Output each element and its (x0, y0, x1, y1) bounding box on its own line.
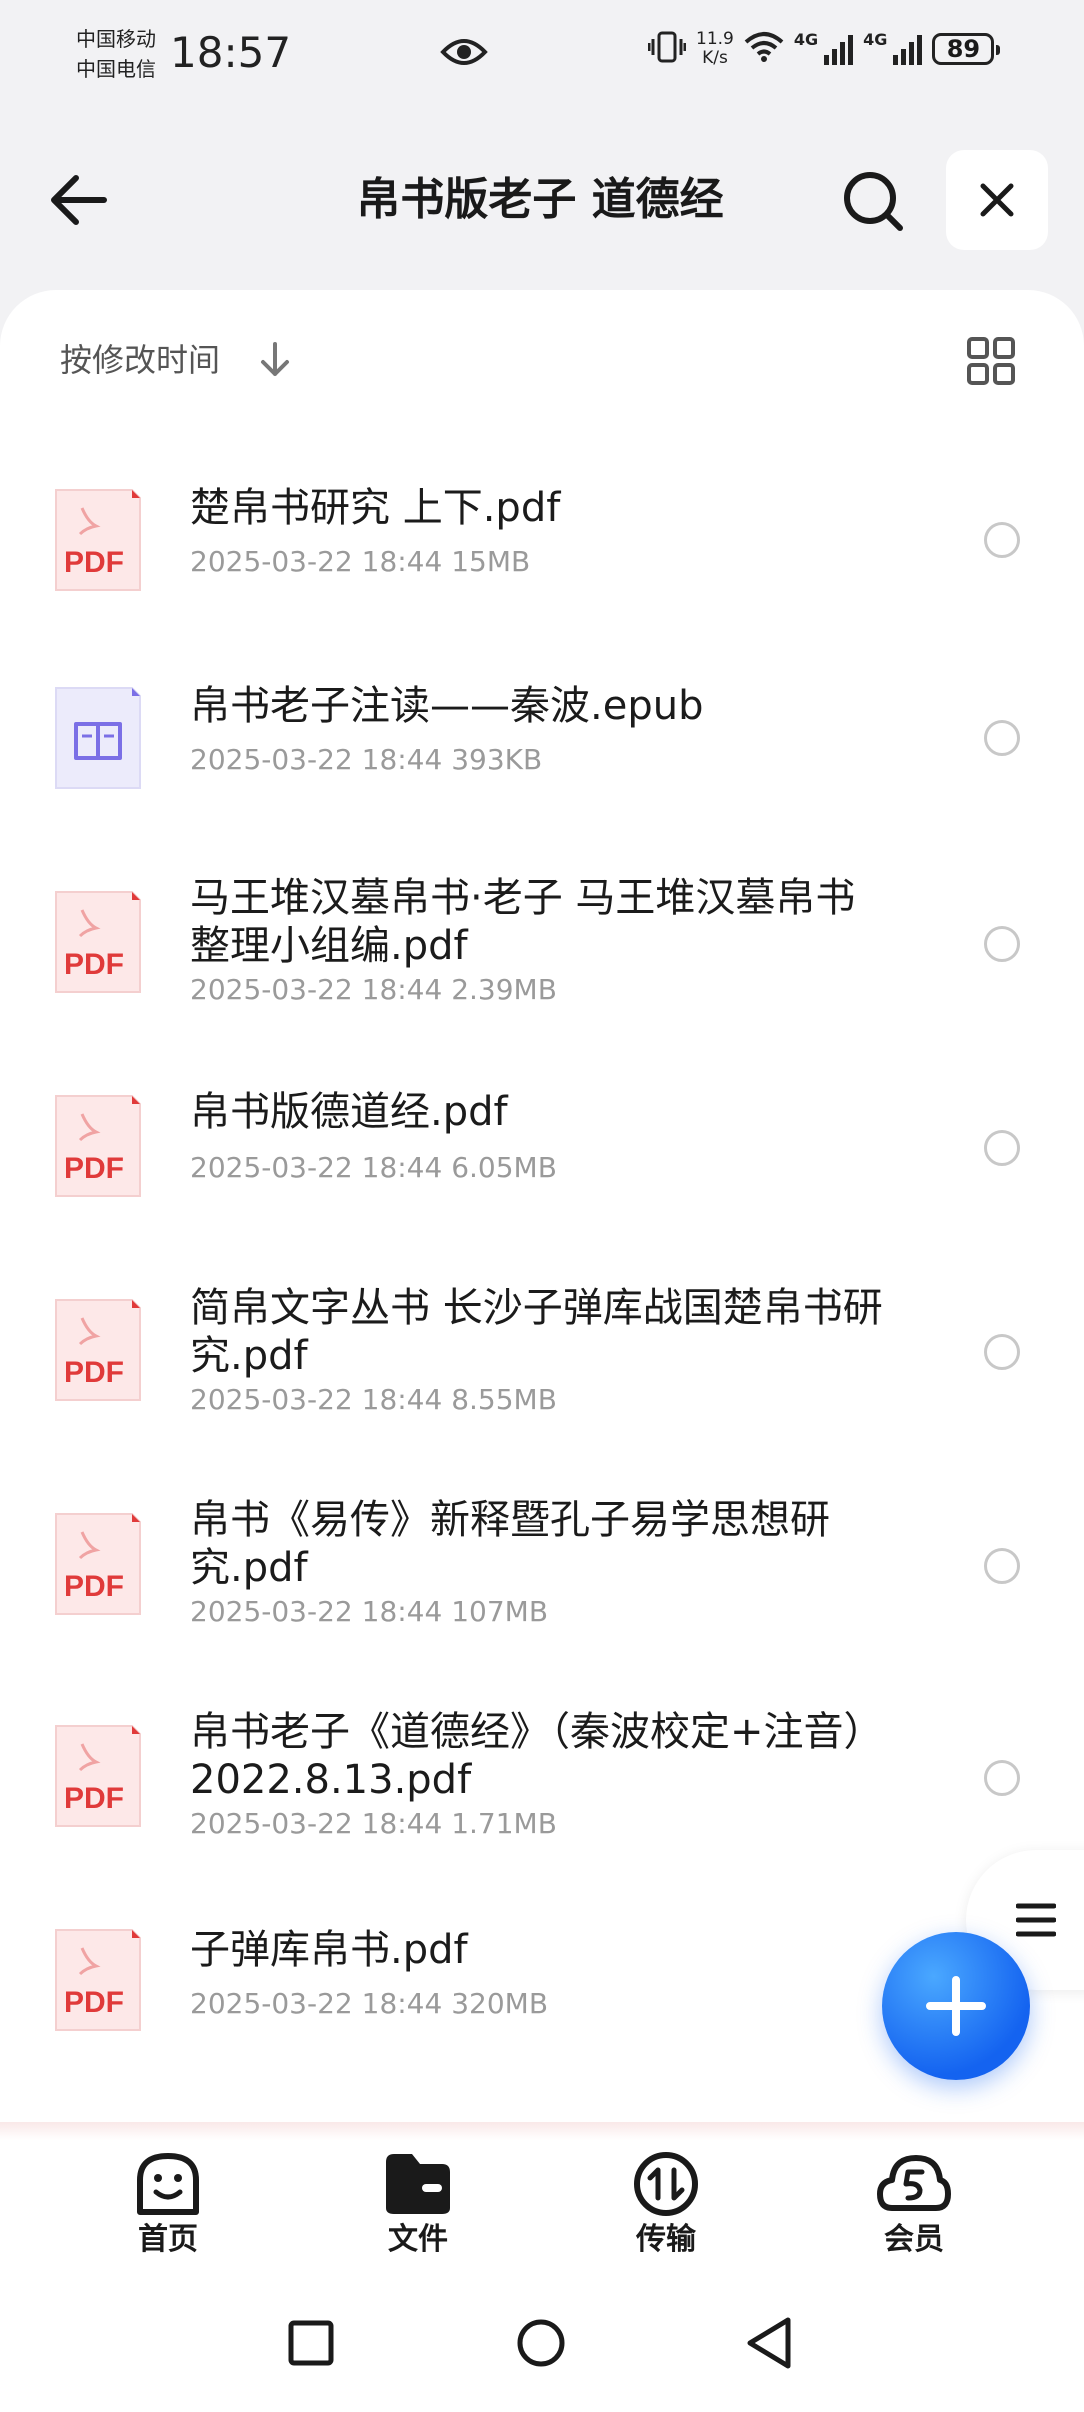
svg-text:PDF: PDF (64, 1356, 124, 1389)
recent-apps-icon[interactable] (288, 2320, 334, 2366)
select-radio[interactable] (984, 1334, 1020, 1370)
list-overflow-edge (0, 2122, 1084, 2140)
file-name: 帛书《易传》新释暨孔子易学思想研究.pdf (190, 1497, 830, 1591)
net-speed-unit: K/s (702, 48, 728, 68)
net-speed-value: 11.9 (696, 29, 734, 49)
clock: 18:57 (170, 28, 292, 77)
add-button[interactable] (882, 1932, 1030, 2080)
nav-home[interactable]: 首页 (98, 2150, 238, 2258)
signal-bars-icon (893, 33, 923, 65)
nav-label: 传输 (636, 2222, 696, 2257)
signal-bars-icon (824, 33, 854, 65)
back-triangle-icon[interactable] (744, 2316, 794, 2370)
svg-text:PDF: PDF (64, 1152, 124, 1185)
home-circle-icon[interactable] (516, 2318, 566, 2368)
eye-icon (440, 34, 488, 74)
carrier-1: 中国移动 (76, 27, 156, 51)
file-meta: 2025-03-22 18:44 8.55MB (190, 1383, 557, 1416)
select-radio[interactable] (984, 1130, 1020, 1166)
status-bar: 中国移动 中国电信 18:57 11.9 K/s 4G 4G 89 (0, 0, 1084, 115)
nav-label: 会员 (884, 2222, 944, 2257)
file-name: 帛书版德道经.pdf (190, 1089, 508, 1135)
select-radio[interactable] (984, 1760, 1020, 1796)
page-title: 帛书版老子 道德经 (356, 174, 724, 225)
epub-file-icon (52, 684, 144, 792)
close-button[interactable] (946, 150, 1048, 250)
back-button[interactable] (44, 165, 114, 235)
grid-view-icon[interactable] (966, 336, 1016, 390)
pdf-file-icon: PDF (52, 1296, 144, 1404)
file-name: 马王堆汉墓帛书·老子 马王堆汉墓帛书整理小组编.pdf (190, 875, 856, 969)
nav-files[interactable]: 文件 (348, 2150, 488, 2258)
select-radio[interactable] (984, 926, 1020, 962)
file-name: 楚帛书研究 上下.pdf (190, 485, 561, 531)
file-meta: 2025-03-22 18:44 1.71MB (190, 1807, 557, 1840)
pdf-file-icon: PDF (52, 888, 144, 996)
signal-label-2: 4G (863, 30, 888, 49)
sort-toggle[interactable]: 按修改时间 (60, 338, 220, 382)
select-radio[interactable] (984, 1548, 1020, 1584)
pdf-file-icon: PDF (52, 1722, 144, 1830)
folder-icon (386, 2154, 450, 2214)
signal-label-1: 4G (793, 30, 819, 49)
file-list: PDF 楚帛书研究 上下.pdf 2025-03-22 18:44 15MB 帛… (0, 430, 1084, 2120)
file-name: 简帛文字丛书 长沙子弹库战国楚帛书研究.pdf (190, 1285, 883, 1379)
cloud-vip-icon (877, 2155, 951, 2211)
battery-level: 89 (946, 35, 981, 63)
close-icon (980, 183, 1014, 217)
file-name: 帛书老子《道德经》（秦波校定+注音）2022.8.13.pdf (190, 1709, 884, 1803)
nav-label: 文件 (388, 2222, 448, 2257)
carrier-2: 中国电信 (76, 57, 156, 81)
vibrate-icon (647, 30, 687, 68)
file-meta: 2025-03-22 18:44 2.39MB (190, 973, 557, 1006)
menu-lines-icon (1016, 1903, 1056, 1937)
battery-icon: 89 (932, 33, 1001, 65)
pdf-file-icon: PDF (52, 1510, 144, 1618)
nav-transfer[interactable]: 传输 (596, 2150, 736, 2258)
svg-text:PDF: PDF (64, 1570, 124, 1603)
svg-text:PDF: PDF (64, 1986, 124, 2019)
file-meta: 2025-03-22 18:44 320MB (190, 1987, 549, 2020)
pdf-file-icon: PDF (52, 1926, 144, 2034)
file-meta: 2025-03-22 18:44 15MB (190, 545, 531, 578)
pdf-file-icon: PDF (52, 486, 144, 594)
svg-text:PDF: PDF (64, 948, 124, 981)
arrow-down-icon[interactable] (258, 340, 292, 384)
nav-label: 首页 (138, 2222, 198, 2257)
plus-icon (926, 1976, 986, 2036)
select-radio[interactable] (984, 522, 1020, 558)
smile-home-icon (137, 2153, 199, 2215)
file-name: 子弹库帛书.pdf (190, 1927, 468, 1973)
file-meta: 2025-03-22 18:44 393KB (190, 743, 543, 776)
wifi-icon (744, 31, 784, 67)
select-radio[interactable] (984, 720, 1020, 756)
arrow-left-icon (51, 175, 107, 225)
status-icons: 11.9 K/s 4G 4G 89 (647, 30, 1001, 68)
nav-vip[interactable]: 会员 (844, 2150, 984, 2258)
search-button[interactable] (840, 168, 906, 234)
file-name: 帛书老子注读——秦波.epub (190, 683, 704, 729)
transfer-icon (634, 2152, 698, 2216)
search-icon (844, 172, 903, 231)
pdf-file-icon: PDF (52, 1092, 144, 1200)
net-speed: 11.9 K/s (696, 30, 734, 68)
svg-text:PDF: PDF (64, 1782, 124, 1815)
svg-text:PDF: PDF (64, 546, 124, 579)
file-meta: 2025-03-22 18:44 6.05MB (190, 1151, 557, 1184)
system-nav-bar (0, 2280, 1084, 2412)
carrier-info: 中国移动 中国电信 (76, 24, 156, 84)
file-meta: 2025-03-22 18:44 107MB (190, 1595, 549, 1628)
